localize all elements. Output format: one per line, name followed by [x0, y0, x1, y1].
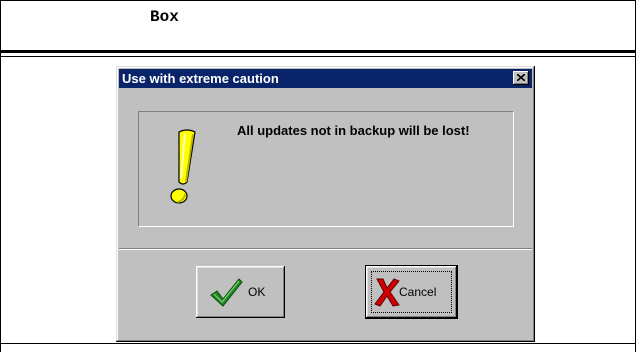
- red-x-icon: [374, 278, 400, 307]
- ok-button-label: OK: [248, 285, 266, 299]
- cancel-button[interactable]: Cancel: [365, 265, 458, 319]
- footer-divider: [0, 343, 636, 344]
- caution-dialog: Use with extreme caution All updates not…: [116, 66, 535, 342]
- ok-button[interactable]: OK: [196, 266, 285, 318]
- header-title: Box: [150, 8, 179, 26]
- message-panel: All updates not in backup will be lost!: [138, 111, 514, 227]
- close-icon: [517, 74, 525, 81]
- cancel-button-label: Cancel: [399, 285, 437, 299]
- dialog-title: Use with extreme caution: [122, 71, 279, 86]
- header-divider-thin: [0, 56, 636, 57]
- header-divider: [0, 50, 636, 53]
- exclamation-icon: [170, 129, 196, 204]
- button-separator-highlight: [119, 249, 532, 250]
- close-button[interactable]: [513, 71, 529, 85]
- table-header-cell: Box: [0, 0, 636, 52]
- checkmark-icon: [210, 278, 243, 307]
- dialog-titlebar[interactable]: Use with extreme caution: [119, 69, 532, 88]
- dialog-message: All updates not in backup will be lost!: [237, 123, 470, 138]
